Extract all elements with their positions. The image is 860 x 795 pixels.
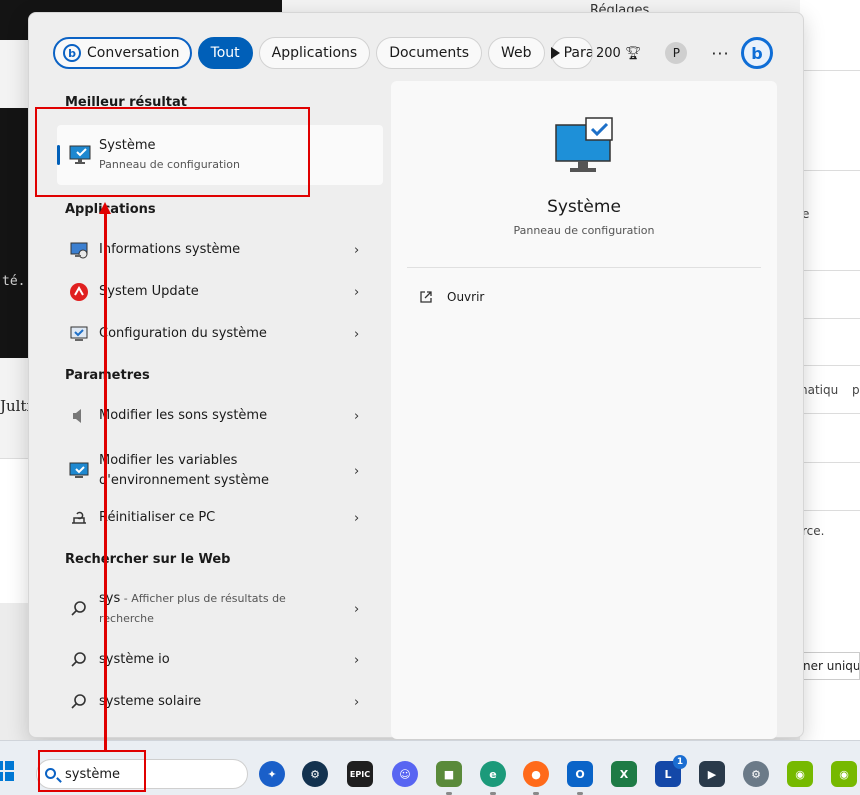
tab-web[interactable]: Web — [488, 37, 545, 69]
tab-label: Conversation — [87, 45, 180, 61]
chevron-right-icon[interactable]: › — [354, 602, 359, 617]
annotation-arrow-head — [99, 202, 111, 214]
speaker-icon — [73, 409, 81, 423]
chevron-right-icon[interactable]: › — [354, 464, 359, 479]
tab-label: Applications — [271, 45, 358, 61]
tab-label: Tout — [210, 45, 240, 61]
minecraft-app-icon[interactable]: ■ — [436, 761, 462, 795]
notification-badge: 1 — [673, 755, 687, 769]
firefox-app-icon[interactable]: ● — [523, 761, 549, 795]
search-icon — [71, 652, 86, 667]
chevron-right-icon[interactable]: › — [354, 243, 359, 258]
preview-panel: Système Panneau de configuration Ouvrir — [391, 81, 777, 739]
reset-pc-icon — [72, 511, 86, 524]
preview-title: Système — [547, 197, 621, 217]
excel-label: X — [619, 767, 629, 781]
annotation-highlight-search-box — [38, 750, 146, 792]
system-update-icon — [70, 283, 88, 301]
tab-all[interactable]: Tout — [197, 37, 253, 69]
copilot-app-icon[interactable]: ✦ — [259, 761, 285, 787]
background-fragment: rce. — [802, 524, 825, 538]
nvidia-app-icon[interactable]: ◉ — [787, 761, 813, 787]
background-fragment: p — [852, 383, 860, 397]
tabs-toolbar: 200 🏆︎ P ··· — [551, 37, 730, 69]
background-terminal — [0, 108, 30, 358]
system-monitor-icon — [69, 462, 89, 478]
rewards-points[interactable]: 200 🏆︎ — [596, 46, 641, 61]
list-item-label: Modifier les variables d'environnement s… — [99, 453, 269, 488]
system-information-icon — [70, 242, 88, 259]
chevron-right-icon[interactable]: › — [354, 653, 359, 668]
excel-app-icon[interactable]: X — [611, 761, 637, 787]
list-item-label: System Update — [99, 284, 199, 299]
system-monitor-icon — [555, 117, 613, 172]
annotation-arrow-line — [104, 214, 107, 752]
open-label: Ouvrir — [447, 290, 485, 304]
system-configuration-icon — [70, 326, 88, 341]
outlook-app-icon[interactable]: O — [567, 761, 593, 795]
epic-label: EPIC — [349, 769, 371, 779]
more-options-icon[interactable]: ··· — [711, 44, 729, 63]
tab-label: Web — [501, 45, 532, 61]
background-fragment: natiqu — [800, 383, 839, 397]
chevron-right-icon[interactable]: › — [354, 327, 359, 342]
annotation-highlight-best-match — [35, 107, 310, 197]
list-item-label: Réinitialiser ce PC — [99, 510, 216, 525]
play-icon[interactable] — [551, 47, 560, 59]
kdenlive-app-icon[interactable]: ▶ — [699, 761, 725, 787]
list-item-label: Configuration du système — [99, 326, 267, 341]
search-icon — [71, 694, 86, 709]
lexique-app-icon[interactable]: L 1 — [655, 755, 687, 787]
web-query: sys — [99, 591, 121, 606]
divider — [407, 267, 761, 268]
chevron-right-icon[interactable]: › — [354, 695, 359, 710]
preview-subtitle: Panneau de configuration — [513, 224, 655, 237]
search-icon — [71, 601, 86, 616]
section-heading-web: Rechercher sur le Web — [65, 552, 231, 567]
steam-app-icon[interactable]: ⚙ — [302, 761, 328, 787]
nvidia-app-icon-2[interactable]: ◉ — [831, 761, 857, 787]
web-query-hint: - Afficher plus de résultats de recherch… — [99, 592, 286, 625]
settings-gear-icon[interactable]: ⚙ — [743, 761, 769, 787]
lexique-label: L — [664, 767, 672, 781]
background-left-panel — [0, 458, 30, 603]
search-filter-tabs: b Conversation Tout Applications Documen… — [53, 37, 593, 69]
chevron-right-icon[interactable]: › — [354, 285, 359, 300]
list-item-label: Modifier les sons système — [99, 408, 268, 423]
discord-app-icon[interactable]: ☺ — [392, 761, 418, 787]
tab-applications[interactable]: Applications — [258, 37, 371, 69]
list-item-label: systeme solaire — [99, 694, 202, 709]
list-item-label: sys - Afficher plus de résultats de rech… — [99, 589, 299, 629]
background-button-fragment: ner unique — [800, 652, 860, 680]
bing-icon[interactable]: b — [741, 37, 773, 69]
tab-conversation[interactable]: b Conversation — [53, 37, 192, 69]
list-item-label: système io — [99, 652, 170, 667]
avatar[interactable]: P — [665, 42, 688, 64]
background-terminal-text: té. — [2, 274, 26, 289]
epic-games-app-icon[interactable]: EPIC — [347, 761, 373, 787]
chevron-right-icon[interactable]: › — [354, 511, 359, 526]
points-value: 200 — [596, 45, 621, 61]
chevron-right-icon[interactable]: › — [354, 409, 359, 424]
open-action[interactable]: Ouvrir — [419, 287, 484, 307]
windows-start-icon[interactable] — [0, 761, 14, 781]
edge-app-icon[interactable]: e — [480, 761, 506, 795]
tab-label: Documents — [389, 45, 470, 61]
list-item-label: Informations système — [99, 242, 241, 257]
bing-chat-icon: b — [63, 44, 81, 62]
open-external-icon — [420, 291, 432, 303]
tab-documents[interactable]: Documents — [376, 37, 483, 69]
background-right-panel: e natiqu p rce. — [800, 0, 860, 740]
section-heading-settings: Parametres — [65, 368, 150, 383]
trophy-icon: 🏆︎ — [624, 45, 642, 61]
